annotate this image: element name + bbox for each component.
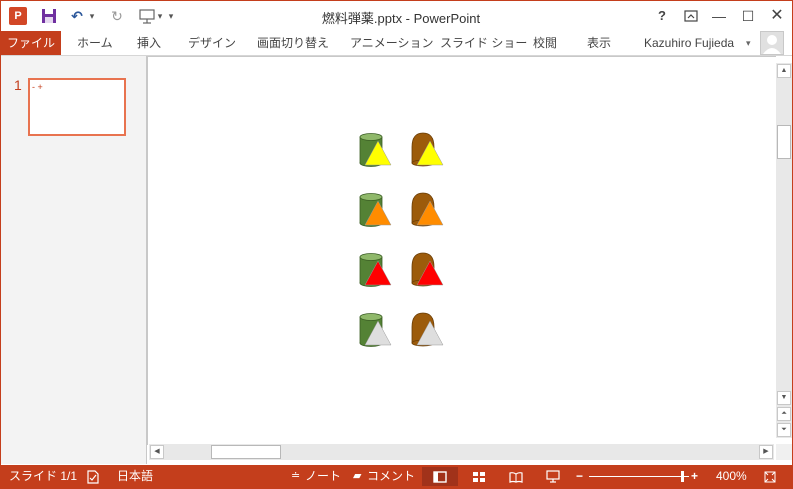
undo-dropdown-icon[interactable]: ▾ xyxy=(87,6,97,26)
slide-count: スライド 1/1 xyxy=(9,469,78,483)
redo-icon[interactable]: ↻ xyxy=(109,6,125,26)
ribbon-display-options-icon[interactable] xyxy=(678,5,704,27)
comment-icon[interactable]: ▰ xyxy=(353,465,361,488)
maximize-icon[interactable]: ☐ xyxy=(735,5,761,27)
slide-show-icon[interactable] xyxy=(541,465,565,488)
notes-icon[interactable]: ≐ xyxy=(291,465,300,488)
zoom-out-icon[interactable]: − xyxy=(576,465,583,488)
zoom-slider-handle[interactable] xyxy=(681,471,684,482)
scrollbar-corner xyxy=(776,444,792,460)
dome-shape[interactable] xyxy=(411,132,444,167)
dome-shape[interactable] xyxy=(411,252,444,287)
tab-view[interactable]: 表示 xyxy=(587,31,611,55)
undo-icon[interactable]: ↶ xyxy=(69,6,85,26)
slide-thumbnail[interactable]: - + xyxy=(28,78,126,136)
slide-shapes xyxy=(359,132,444,347)
next-slide-icon[interactable]: ⏷ xyxy=(777,423,791,437)
dome-shape[interactable] xyxy=(411,312,444,347)
scroll-right-icon[interactable]: ▶ xyxy=(759,445,773,459)
cylinder-shape[interactable] xyxy=(359,133,392,167)
notes-button[interactable]: ノート xyxy=(305,465,341,488)
zoom-level[interactable]: 400% xyxy=(716,465,747,488)
tab-slide-show[interactable]: スライド ショー xyxy=(440,31,527,55)
horizontal-scroll-thumb[interactable] xyxy=(211,445,281,459)
slide-thumbnail-pane: 1 - + xyxy=(1,56,147,464)
tab-home[interactable]: ホーム xyxy=(77,31,113,55)
powerpoint-window: P ↶ ▾ ↻ ▾ ▾ 燃料弾薬.pptx - PowerPoint ? — ☐… xyxy=(0,0,793,489)
customize-qat-icon[interactable]: ▾ xyxy=(166,6,176,26)
powerpoint-app-icon[interactable]: P xyxy=(9,7,27,25)
status-bar: スライド 1/1 日本語 ≐ ノート ▰ コメント − + 400% xyxy=(1,465,792,488)
tab-review[interactable]: 校閲 xyxy=(533,31,557,55)
zoom-slider[interactable] xyxy=(589,476,689,477)
spelling-check-icon[interactable] xyxy=(86,465,100,488)
slide-number: 1 xyxy=(14,77,22,93)
normal-view-icon[interactable] xyxy=(422,467,458,486)
close-icon[interactable]: ✕ xyxy=(764,5,790,27)
fit-slide-to-window-icon[interactable] xyxy=(762,465,778,488)
cylinder-shape[interactable] xyxy=(359,313,392,347)
cylinder-shape[interactable] xyxy=(359,253,392,287)
scroll-left-icon[interactable]: ◀ xyxy=(150,445,164,459)
ribbon-tabs: ファイル ホーム 挿入 デザイン 画面切り替え アニメーション スライド ショー… xyxy=(1,31,792,56)
user-dropdown-icon[interactable]: ▾ xyxy=(746,31,751,55)
vertical-scroll-thumb[interactable] xyxy=(777,125,791,159)
zoom-in-icon[interactable]: + xyxy=(691,465,698,488)
minimize-icon[interactable]: — xyxy=(706,5,732,27)
slide-canvas[interactable] xyxy=(147,56,776,445)
help-icon[interactable]: ? xyxy=(649,5,675,27)
tab-file[interactable]: ファイル xyxy=(1,31,61,55)
title-bar: P ↶ ▾ ↻ ▾ ▾ 燃料弾薬.pptx - PowerPoint ? — ☐… xyxy=(1,1,792,31)
start-from-beginning-icon[interactable] xyxy=(138,6,156,26)
vertical-scrollbar[interactable]: ▲ ▼ ⏶ ⏷ xyxy=(776,63,792,438)
tab-animations[interactable]: アニメーション xyxy=(350,31,434,55)
scroll-down-icon[interactable]: ▼ xyxy=(777,391,791,405)
tab-transitions[interactable]: 画面切り替え xyxy=(257,31,329,55)
present-dropdown-icon[interactable]: ▾ xyxy=(156,6,164,26)
save-icon[interactable] xyxy=(40,6,58,26)
cylinder-shape[interactable] xyxy=(359,193,392,227)
tab-design[interactable]: デザイン xyxy=(188,31,236,55)
tab-insert[interactable]: 挿入 xyxy=(137,31,161,55)
dome-shape[interactable] xyxy=(411,192,444,227)
window-title: 燃料弾薬.pptx - PowerPoint xyxy=(321,11,481,26)
thumbnail-marks: - + xyxy=(32,82,43,92)
horizontal-scrollbar[interactable]: ◀ ▶ xyxy=(149,444,774,460)
slide-sorter-icon[interactable] xyxy=(467,465,491,488)
scroll-up-icon[interactable]: ▲ xyxy=(777,64,791,78)
avatar[interactable] xyxy=(760,31,784,55)
previous-slide-icon[interactable]: ⏶ xyxy=(777,407,791,421)
comments-button[interactable]: コメント xyxy=(367,465,415,488)
language-indicator[interactable]: 日本語 xyxy=(117,465,153,488)
reading-view-icon[interactable] xyxy=(505,465,527,488)
user-name[interactable]: Kazuhiro Fujieda xyxy=(644,31,734,55)
